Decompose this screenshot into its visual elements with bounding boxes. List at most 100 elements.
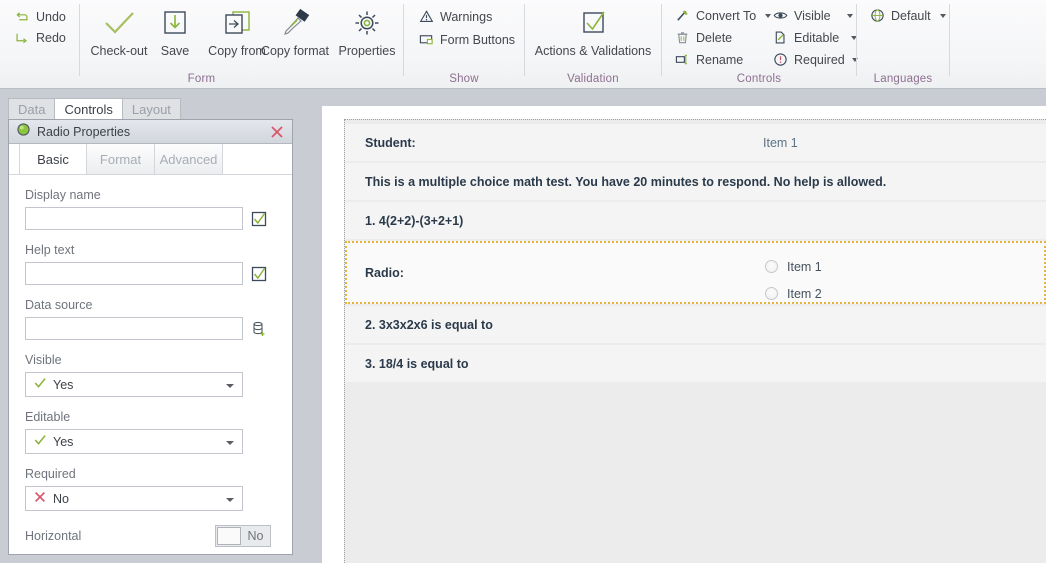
visible-button[interactable]: Visible [772,5,853,26]
required-select[interactable]: No [25,486,243,511]
help-text-input[interactable] [25,262,243,285]
convert-to-button[interactable]: Convert To [674,5,772,26]
required-label: Required [794,52,845,67]
properties-title: Radio Properties [37,124,131,139]
exclamation-circle-icon [772,52,788,68]
horizontal-toggle-value: No [247,529,264,543]
required-button[interactable]: Required [772,49,858,70]
tab-controls-label: Controls [64,102,113,117]
subtab-format[interactable]: Format [87,144,155,175]
close-icon[interactable] [268,123,286,141]
rename-label: Rename [696,52,744,67]
warnings-button[interactable]: Warnings [418,6,492,27]
ribbon-separator [79,4,80,76]
check-out-button[interactable]: Check-out [83,4,155,66]
editable-label: Editable [794,30,840,45]
instructions-text: This is a multiple choice math test. You… [365,174,887,189]
form-row-question-2[interactable]: 2. 3x3x2x6 is equal to [345,306,1046,343]
chevron-down-icon [939,13,946,18]
green-check-icon [33,433,47,450]
save-button[interactable]: Save [152,4,198,66]
undo-icon [14,9,30,25]
visible-select[interactable]: Yes [25,372,243,397]
ribbon-group-controls: Convert To Delete Rename Visible Editabl… [662,0,858,88]
checkbox-check-icon [530,4,656,42]
data-source-input[interactable] [25,317,243,340]
warning-triangle-icon [418,9,434,25]
green-check-icon [33,376,47,393]
radio-button-icon[interactable] [765,287,778,300]
undo-button[interactable]: Undo [14,6,66,27]
checkmark-icon [83,4,155,42]
tab-controls[interactable]: Controls [55,98,123,120]
student-label: Student: [365,135,416,150]
redo-button[interactable]: Redo [14,27,66,48]
trash-icon [674,30,690,46]
chevron-down-icon [226,498,234,502]
actions-validations-button[interactable]: Actions & Validations [530,4,656,66]
form-row-instructions[interactable]: This is a multiple choice math test. You… [345,163,1046,200]
form-page: Student: Item 1 This is a multiple choic… [322,106,1046,563]
visible-field-label: Visible [25,353,62,367]
required-field-label: Required [25,467,76,481]
help-text-checkbox-check-icon[interactable] [250,265,268,283]
tab-layout[interactable]: Layout [122,98,181,120]
radio-button-icon[interactable] [765,260,778,273]
radio-field-label: Radio: [365,265,404,280]
ribbon-group-validation: Actions & Validations Validation [525,0,661,88]
eye-icon [772,8,788,24]
form-buttons-button[interactable]: Form Buttons [418,29,515,50]
visible-label: Visible [794,8,831,23]
ribbon-group-label-languages: Languages [873,73,933,85]
subtab-format-label: Format [99,151,142,167]
display-name-row [25,207,278,230]
horizontal-label: Horizontal [25,529,82,543]
paintbrush-icon [256,4,334,42]
save-label: Save [160,44,190,58]
student-value: Item 1 [763,135,798,150]
subtab-advanced[interactable]: Advanced [155,144,223,175]
form-design-surface[interactable]: Student: Item 1 This is a multiple choic… [344,119,1046,563]
editable-button[interactable]: Editable [772,27,858,48]
form-row-question-3[interactable]: 3. 18/4 is equal to [345,345,1046,382]
ribbon-group-label-controls: Controls [736,73,782,85]
radio-option-item-1[interactable]: Item 1 [765,253,822,280]
globe-icon [869,8,885,24]
properties-button[interactable]: Properties [332,4,402,66]
display-name-checkbox-check-icon[interactable] [250,210,268,228]
ribbon-group-languages: Default Languages [857,0,949,88]
save-download-icon [152,4,198,42]
copy-format-button[interactable]: Copy format [256,4,334,66]
radio-option-2-label: Item 2 [787,286,822,301]
convert-to-label: Convert To [696,8,757,23]
display-name-input[interactable] [25,207,243,230]
required-select-value: No [53,491,69,506]
chevron-down-icon [846,13,853,18]
properties-header: Radio Properties [9,120,292,144]
redo-label: Redo [36,30,66,45]
form-row-student[interactable]: Student: Item 1 [345,124,1046,161]
delete-button[interactable]: Delete [674,27,732,48]
radio-option-item-2[interactable]: Item 2 [765,280,822,307]
default-language-button[interactable]: Default [869,5,946,26]
tab-data[interactable]: Data [8,98,56,120]
default-language-label: Default [891,8,931,23]
convert-to-icon [674,8,690,24]
rename-button[interactable]: Rename [674,49,743,70]
tab-layout-label: Layout [131,102,171,117]
redo-icon [14,30,30,46]
form-row-question-1[interactable]: 1. 4(2+2)-(3+2+1) [345,202,1046,239]
horizontal-row: Horizontal No [25,524,278,548]
editable-select[interactable]: Yes [25,429,243,454]
gear-icon [332,4,402,42]
form-row-radio-selected[interactable]: Radio: Item 1 Item 2 [345,241,1046,304]
horizontal-toggle[interactable]: No [215,525,271,547]
data-source-row [25,317,278,340]
database-add-icon[interactable] [250,320,268,338]
ribbon-group-label-show: Show [449,73,479,85]
rename-icon [674,52,690,68]
question-2-text: 2. 3x3x2x6 is equal to [365,317,493,332]
subtab-basic[interactable]: Basic [19,144,87,175]
chevron-down-icon [226,441,234,445]
ribbon-group-show: Warnings Form Buttons Show [404,0,524,88]
